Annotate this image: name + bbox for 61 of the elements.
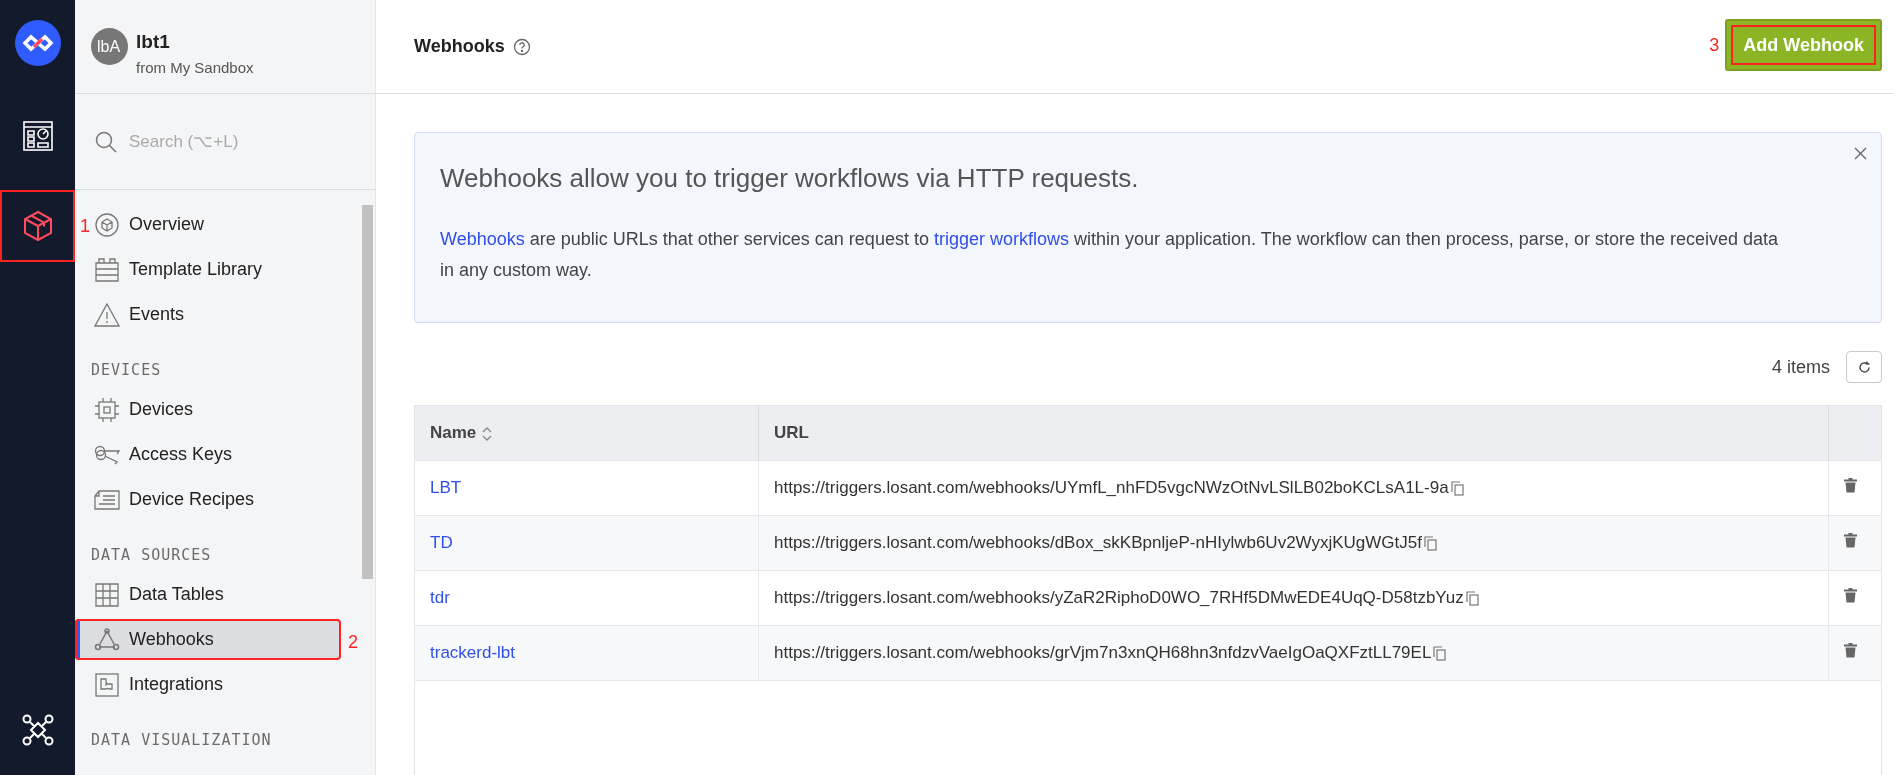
section-heading: DEVICES: [90, 360, 163, 381]
scrollbar[interactable]: [362, 205, 373, 579]
text-link[interactable]: Webhooks: [440, 229, 525, 249]
column-header[interactable]: Name: [414, 405, 759, 461]
text-link[interactable]: trigger workflows: [933, 229, 1069, 249]
box-icon: [95, 212, 119, 237]
dashboard-icon[interactable]: [22, 121, 53, 151]
nav-item[interactable]: Events: [93, 294, 355, 335]
section-heading: DATA SOURCES: [90, 545, 213, 566]
library-icon: [94, 256, 120, 283]
annotation-number: 3: [1709, 34, 1720, 56]
table-icon: [95, 582, 119, 607]
refresh-button[interactable]: [1846, 351, 1882, 383]
nav-item[interactable]: Device Recipes: [93, 479, 355, 520]
app-avatar: lbA: [91, 28, 128, 65]
item-count: 4 items: [1771, 356, 1830, 378]
nav-item[interactable]: Template Library: [93, 249, 355, 290]
copy-icon[interactable]: [1465, 590, 1479, 606]
section-heading: DATA VISUALIZATION: [90, 730, 273, 751]
webhook-icon: [94, 627, 120, 652]
webhook-url: https://triggers.losant.com/webhooks/grVjm7n3xnQH68hn3nfdzvVaeIgOaQXFztLL79EL: [774, 643, 1432, 663]
delete-icon[interactable]: [1844, 643, 1857, 658]
webhook-url: https://triggers.losant.com/webhooks/UYmfL_nhFD5vgcNWzOtNvLSlLB02boKCLsA1L-9a: [774, 478, 1449, 498]
help-icon[interactable]: [512, 37, 531, 56]
nav-item[interactable]: Integrations: [93, 664, 355, 705]
search-field[interactable]: Search (⌥+L): [127, 130, 331, 153]
delete-icon[interactable]: [1844, 478, 1857, 493]
webhook-name-link[interactable]: tdr: [430, 588, 450, 607]
nav-item[interactable]: Devices: [93, 389, 355, 430]
webhook-name-link[interactable]: trackerd-lbt: [430, 643, 516, 662]
search-icon: [95, 130, 117, 153]
sort-icon[interactable]: [481, 425, 494, 442]
webhook-name-link[interactable]: LBT: [430, 478, 462, 497]
delete-icon[interactable]: [1844, 533, 1857, 548]
network-icon[interactable]: [21, 714, 54, 746]
recipe-icon: [94, 489, 120, 510]
refresh-icon: [1857, 360, 1871, 374]
copy-icon[interactable]: [1433, 645, 1447, 661]
app-name: lbt1: [136, 31, 171, 53]
webhook-url: https://triggers.losant.com/webhooks/dBox_skKBpnljeP-nHIylwb6Uv2WyxjKUgWGtJ5f: [774, 533, 1422, 553]
chip-icon: [94, 396, 120, 423]
app-subtitle: from My Sandbox: [136, 59, 254, 76]
nav-item[interactable]: Overview: [93, 204, 355, 245]
warning-icon: [94, 302, 120, 327]
keys-icon: [94, 443, 120, 466]
column-header: URL: [758, 405, 1829, 461]
copy-icon[interactable]: [1450, 480, 1464, 496]
delete-icon[interactable]: [1844, 588, 1857, 603]
close-icon[interactable]: [1854, 147, 1867, 160]
nav-item[interactable]: Data Tables: [93, 574, 355, 615]
nav-item[interactable]: Access Keys: [93, 434, 355, 475]
banner-title: Webhooks allow you to trigger workflows via HTTP requests.: [440, 163, 1140, 194]
annotation-number: 1: [80, 216, 90, 237]
webhook-name-link[interactable]: TD: [430, 533, 453, 552]
page-title: Webhooks: [414, 36, 505, 57]
banner-text: Webhooks are public URLs that other services can request to trigger workflows within your application. The workflow can then process, parse, or store the received data in any custom way.: [440, 228, 1779, 282]
webhook-url: https://triggers.losant.com/webhooks/yZaR2RiphoD0WO_7RHf5DMwEDE4UqQ-D58tzbYuz: [774, 588, 1464, 608]
annotation-number: 2: [348, 632, 358, 653]
logo-icon[interactable]: [14, 20, 61, 66]
box-icon[interactable]: [22, 210, 53, 242]
copy-icon[interactable]: [1424, 535, 1437, 551]
